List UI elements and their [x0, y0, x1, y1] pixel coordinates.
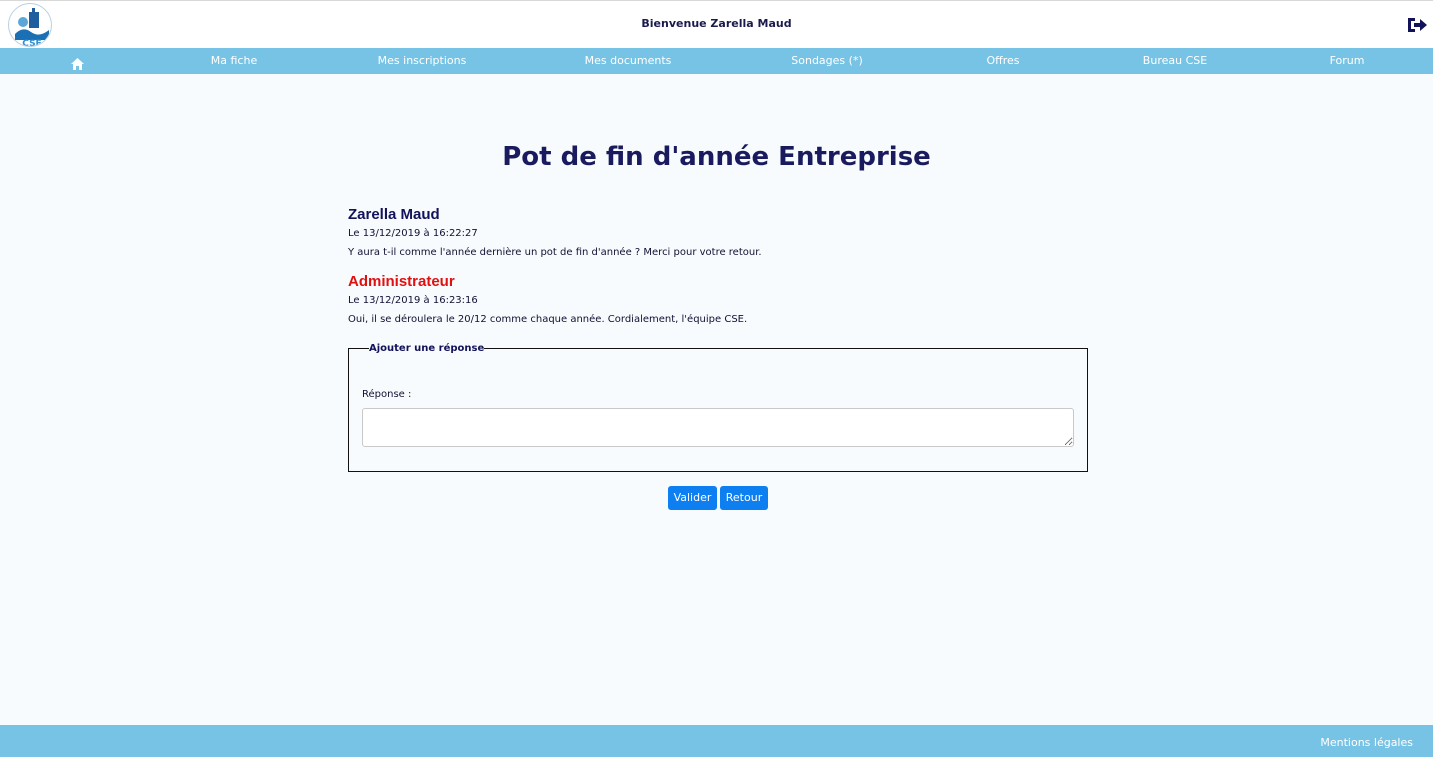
reply-legend: Ajouter une réponse: [369, 343, 485, 354]
nav-item-mes-documents[interactable]: Mes documents: [585, 48, 672, 74]
svg-text:CSE: CSE: [22, 39, 41, 47]
footer: Mentions légales: [0, 725, 1433, 757]
legal-notice-link[interactable]: Mentions légales: [1320, 725, 1413, 757]
sign-out-icon[interactable]: [1406, 15, 1428, 35]
nav-item-mes-inscriptions[interactable]: Mes inscriptions: [378, 48, 467, 74]
home-icon[interactable]: [71, 55, 84, 70]
reply-label: Réponse :: [362, 389, 412, 400]
forum-post: Zarella Maud Le 13/12/2019 à 16:22:27 Y …: [348, 206, 1088, 258]
submit-button[interactable]: Valider: [668, 486, 717, 510]
nav-item-forum[interactable]: Forum: [1330, 48, 1365, 74]
page-title: Pot de fin d'année Entreprise: [502, 142, 931, 172]
post-message: Y aura t-il comme l'année dernière un po…: [348, 247, 762, 258]
post-date: Le 13/12/2019 à 16:23:16: [348, 295, 478, 306]
post-author: Administrateur: [348, 273, 455, 290]
post-date: Le 13/12/2019 à 16:22:27: [348, 228, 478, 239]
nav-item-offres[interactable]: Offres: [986, 48, 1019, 74]
post-message: Oui, il se déroulera le 20/12 comme chaq…: [348, 314, 748, 325]
main-nav: Ma fiche Mes inscriptions Mes documents …: [0, 48, 1433, 74]
back-button[interactable]: Retour: [720, 486, 768, 510]
top-bar: CSE Bienvenue Zarella Maud: [0, 0, 1433, 48]
forum-post: Administrateur Le 13/12/2019 à 16:23:16 …: [348, 273, 1088, 325]
post-author: Zarella Maud: [348, 206, 440, 223]
welcome-message: Bienvenue Zarella Maud: [641, 17, 792, 30]
nav-item-bureau-cse[interactable]: Bureau CSE: [1143, 48, 1207, 74]
nav-item-sondages[interactable]: Sondages (*): [791, 48, 862, 74]
nav-item-ma-fiche[interactable]: Ma fiche: [211, 48, 257, 74]
reply-textarea[interactable]: [362, 408, 1074, 447]
